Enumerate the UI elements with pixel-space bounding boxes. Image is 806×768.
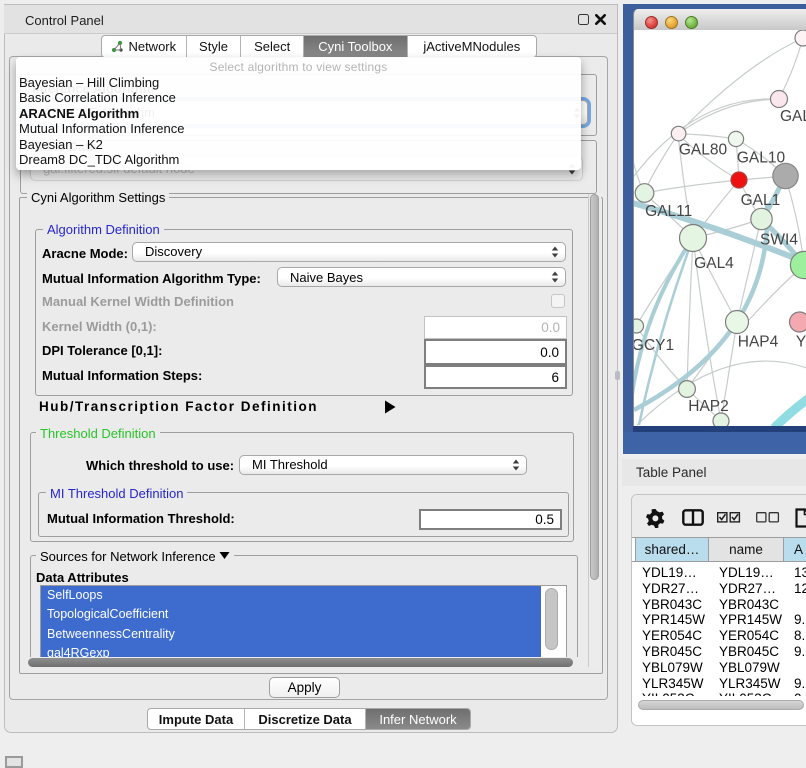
svg-text:GAL80: GAL80 [679,142,728,159]
svg-text:GAL1: GAL1 [741,192,781,209]
svg-text:GAL11: GAL11 [645,203,692,220]
svg-text:HAP4: HAP4 [738,334,779,351]
svg-text:HAP2: HAP2 [688,398,729,415]
svg-text:GAL10: GAL10 [737,150,786,167]
svg-text:GAL4: GAL4 [694,255,734,272]
svg-text:SWI4: SWI4 [760,232,798,249]
svg-text:GAL2: GAL2 [780,108,806,125]
svg-text:Y: Y [796,334,806,351]
svg-text:GCY1: GCY1 [634,337,674,354]
